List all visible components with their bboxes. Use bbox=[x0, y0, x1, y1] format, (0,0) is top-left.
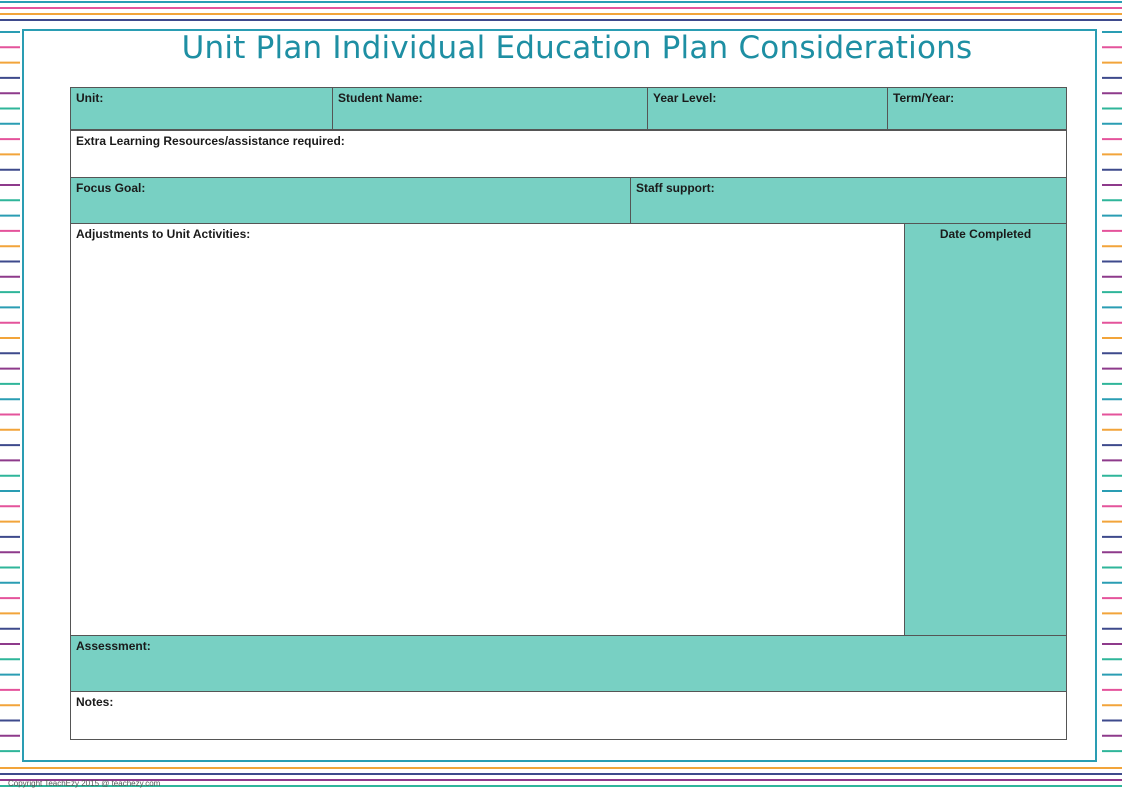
student-name-field[interactable]: Student Name: bbox=[332, 88, 647, 129]
assessment-row: Assessment: bbox=[71, 635, 1066, 691]
date-completed-field[interactable]: Date Completed bbox=[904, 224, 1066, 635]
adjustments-field[interactable]: Adjustments to Unit Activities: bbox=[71, 224, 904, 635]
notes-field[interactable]: Notes: bbox=[71, 692, 1066, 739]
focus-row: Focus Goal: Staff support: bbox=[71, 177, 1066, 223]
assessment-field[interactable]: Assessment: bbox=[71, 636, 1066, 691]
term-year-field[interactable]: Term/Year: bbox=[887, 88, 1066, 129]
unit-field[interactable]: Unit: bbox=[71, 88, 332, 129]
notes-row: Notes: bbox=[71, 691, 1066, 739]
extra-resources-field[interactable]: Extra Learning Resources/assistance requ… bbox=[71, 131, 1066, 177]
copyright-text: Copyright TeachEzy 2015 @ teachezy.com bbox=[8, 779, 161, 788]
adjustments-row: Adjustments to Unit Activities: Date Com… bbox=[71, 223, 1066, 635]
page-title: Unit Plan Individual Education Plan Cons… bbox=[181, 30, 973, 66]
header-row: Unit: Student Name: Year Level: Term/Yea… bbox=[71, 88, 1066, 131]
staff-support-field[interactable]: Staff support: bbox=[630, 178, 1066, 223]
focus-goal-field[interactable]: Focus Goal: bbox=[71, 178, 630, 223]
iep-table: Unit: Student Name: Year Level: Term/Yea… bbox=[70, 87, 1067, 740]
year-level-field[interactable]: Year Level: bbox=[647, 88, 887, 129]
extra-resources-row: Extra Learning Resources/assistance requ… bbox=[71, 131, 1066, 177]
